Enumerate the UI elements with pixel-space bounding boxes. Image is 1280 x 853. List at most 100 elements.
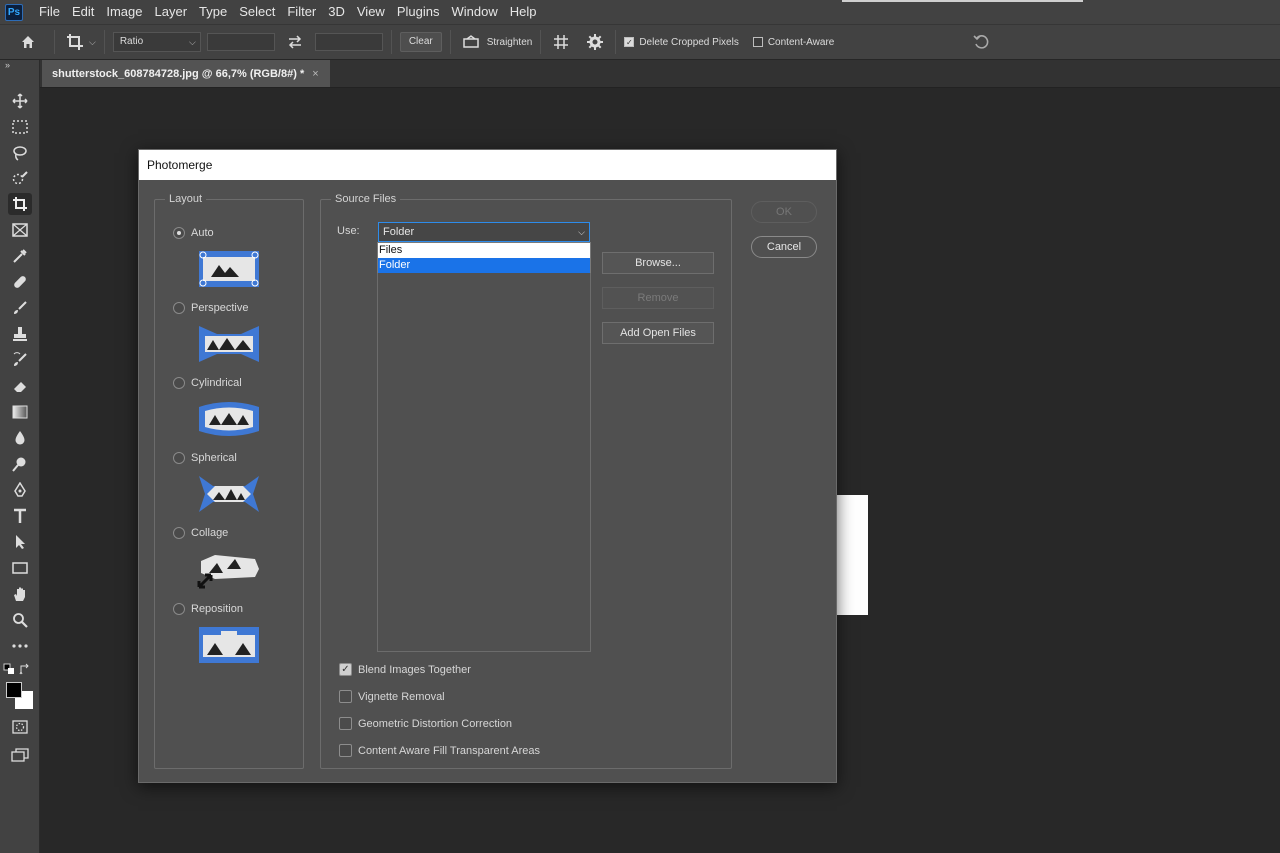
menu-layer[interactable]: Layer	[149, 0, 194, 24]
checkbox-unchecked-icon	[752, 37, 763, 47]
path-selection-tool-icon[interactable]	[8, 531, 32, 553]
layout-option-label: Reposition	[191, 603, 243, 615]
swap-icon[interactable]	[283, 30, 307, 54]
ok-button[interactable]: OK	[751, 201, 817, 223]
auto-layout-icon[interactable]	[197, 249, 261, 289]
checkbox-unchecked-icon	[339, 717, 352, 730]
checkbox-checked-icon: ✓	[624, 37, 635, 47]
clone-stamp-tool-icon[interactable]	[8, 323, 32, 345]
menu-type[interactable]: Type	[193, 0, 233, 24]
blur-tool-icon[interactable]	[8, 427, 32, 449]
foreground-color-swatch[interactable]	[6, 682, 22, 698]
layout-legend: Layout	[169, 193, 203, 205]
cancel-button[interactable]: Cancel	[751, 236, 817, 258]
height-field[interactable]	[314, 33, 383, 51]
collapse-panel-icon[interactable]: »	[5, 60, 10, 70]
menu-view[interactable]: View	[351, 0, 391, 24]
perspective-layout-icon[interactable]	[197, 324, 261, 364]
quick-mask-icon[interactable]	[8, 716, 32, 738]
straighten-icon[interactable]	[459, 30, 483, 54]
layout-option-reposition[interactable]: Reposition	[173, 603, 243, 615]
gear-icon[interactable]	[583, 30, 607, 54]
remove-button[interactable]: Remove	[602, 287, 714, 309]
swap-colors-icon[interactable]	[18, 663, 32, 675]
delete-cropped-pixels-checkbox[interactable]: ✓ Delete Cropped Pixels	[624, 37, 739, 48]
menu-select[interactable]: Select	[233, 0, 281, 24]
hand-tool-icon[interactable]	[8, 583, 32, 605]
dodge-tool-icon[interactable]	[8, 453, 32, 475]
content-aware-label: Content-Aware	[767, 36, 835, 48]
content-aware-checkbox[interactable]: Content-Aware	[752, 36, 835, 48]
lasso-tool-icon[interactable]	[8, 142, 32, 164]
straighten-label[interactable]: Straighten	[487, 37, 533, 48]
gradient-tool-icon[interactable]	[8, 401, 32, 423]
layout-option-cylindrical[interactable]: Cylindrical	[173, 377, 242, 389]
home-icon[interactable]	[16, 30, 40, 54]
healing-brush-tool-icon[interactable]	[8, 271, 32, 293]
dropdown-option-folder[interactable]: Folder	[378, 258, 590, 273]
screen-mode-icon[interactable]	[8, 744, 32, 766]
more-tools-icon[interactable]	[8, 635, 32, 657]
source-file-list[interactable]	[377, 242, 591, 652]
use-dropdown-menu: Files Folder	[377, 242, 591, 273]
type-tool-icon[interactable]	[8, 505, 32, 527]
eraser-tool-icon[interactable]	[8, 375, 32, 397]
radio-unselected-icon	[173, 603, 185, 615]
checkbox-label: Content Aware Fill Transparent Areas	[358, 744, 541, 757]
ratio-select[interactable]: Ratio ⌵	[112, 32, 201, 52]
menu-edit[interactable]: Edit	[66, 0, 100, 24]
checkbox-checked-icon: ✓	[339, 663, 352, 676]
crop-preset-icon[interactable]	[63, 30, 87, 54]
menu-3d[interactable]: 3D	[322, 0, 351, 24]
content-aware-fill-checkbox[interactable]: Content Aware Fill Transparent Areas	[339, 744, 540, 757]
quick-selection-tool-icon[interactable]	[8, 168, 32, 190]
crop-tool-icon[interactable]	[8, 193, 32, 215]
layout-option-label: Spherical	[191, 452, 237, 464]
default-colors-icon[interactable]	[2, 663, 16, 675]
collage-layout-icon[interactable]	[197, 549, 261, 589]
spherical-layout-icon[interactable]	[197, 474, 261, 514]
menu-filter[interactable]: Filter	[281, 0, 322, 24]
zoom-tool-icon[interactable]	[8, 609, 32, 631]
layout-option-auto[interactable]: Auto	[173, 227, 214, 239]
menu-window[interactable]: Window	[445, 0, 503, 24]
dialog-title: Photomerge	[139, 150, 836, 180]
reset-icon[interactable]	[969, 30, 993, 54]
brush-tool-icon[interactable]	[8, 297, 32, 319]
blend-images-checkbox[interactable]: ✓ Blend Images Together	[339, 663, 471, 676]
width-field[interactable]	[206, 33, 275, 51]
geometric-distortion-checkbox[interactable]: Geometric Distortion Correction	[339, 717, 512, 730]
browse-button[interactable]: Browse...	[602, 252, 714, 274]
eyedropper-tool-icon[interactable]	[8, 245, 32, 267]
menu-image[interactable]: Image	[100, 0, 148, 24]
dropdown-option-files[interactable]: Files	[378, 243, 590, 258]
reposition-layout-icon[interactable]	[197, 625, 261, 665]
layout-option-perspective[interactable]: Perspective	[173, 302, 248, 314]
frame-tool-icon[interactable]	[8, 219, 32, 241]
chevron-down-icon[interactable]: ⌵	[89, 37, 96, 48]
pen-tool-icon[interactable]	[8, 479, 32, 501]
layout-option-collage[interactable]: Collage	[173, 527, 228, 539]
grid-overlay-icon[interactable]	[549, 30, 573, 54]
separator	[103, 30, 105, 54]
delete-cropped-pixels-label: Delete Cropped Pixels	[639, 36, 739, 48]
menu-plugins[interactable]: Plugins	[391, 0, 446, 24]
move-tool-icon[interactable]	[8, 90, 32, 112]
title-strip	[842, 0, 1083, 2]
history-brush-tool-icon[interactable]	[8, 349, 32, 371]
layout-option-label: Auto	[191, 227, 214, 239]
chevron-down-icon: ⌵	[578, 227, 585, 237]
document-tab[interactable]: shutterstock_608784728.jpg @ 66,7% (RGB/…	[42, 60, 330, 87]
add-open-files-button[interactable]: Add Open Files	[602, 322, 714, 344]
use-select[interactable]: Folder ⌵	[378, 222, 590, 242]
chevron-down-icon: ⌵	[189, 37, 196, 47]
rectangle-tool-icon[interactable]	[8, 557, 32, 579]
menu-file[interactable]: File	[33, 0, 66, 24]
cylindrical-layout-icon[interactable]	[197, 399, 261, 439]
clear-button[interactable]: Clear	[399, 32, 442, 52]
layout-option-spherical[interactable]: Spherical	[173, 452, 237, 464]
vignette-removal-checkbox[interactable]: Vignette Removal	[339, 690, 445, 703]
marquee-tool-icon[interactable]	[8, 116, 32, 138]
menu-help[interactable]: Help	[504, 0, 543, 24]
close-icon[interactable]: ×	[312, 68, 318, 80]
